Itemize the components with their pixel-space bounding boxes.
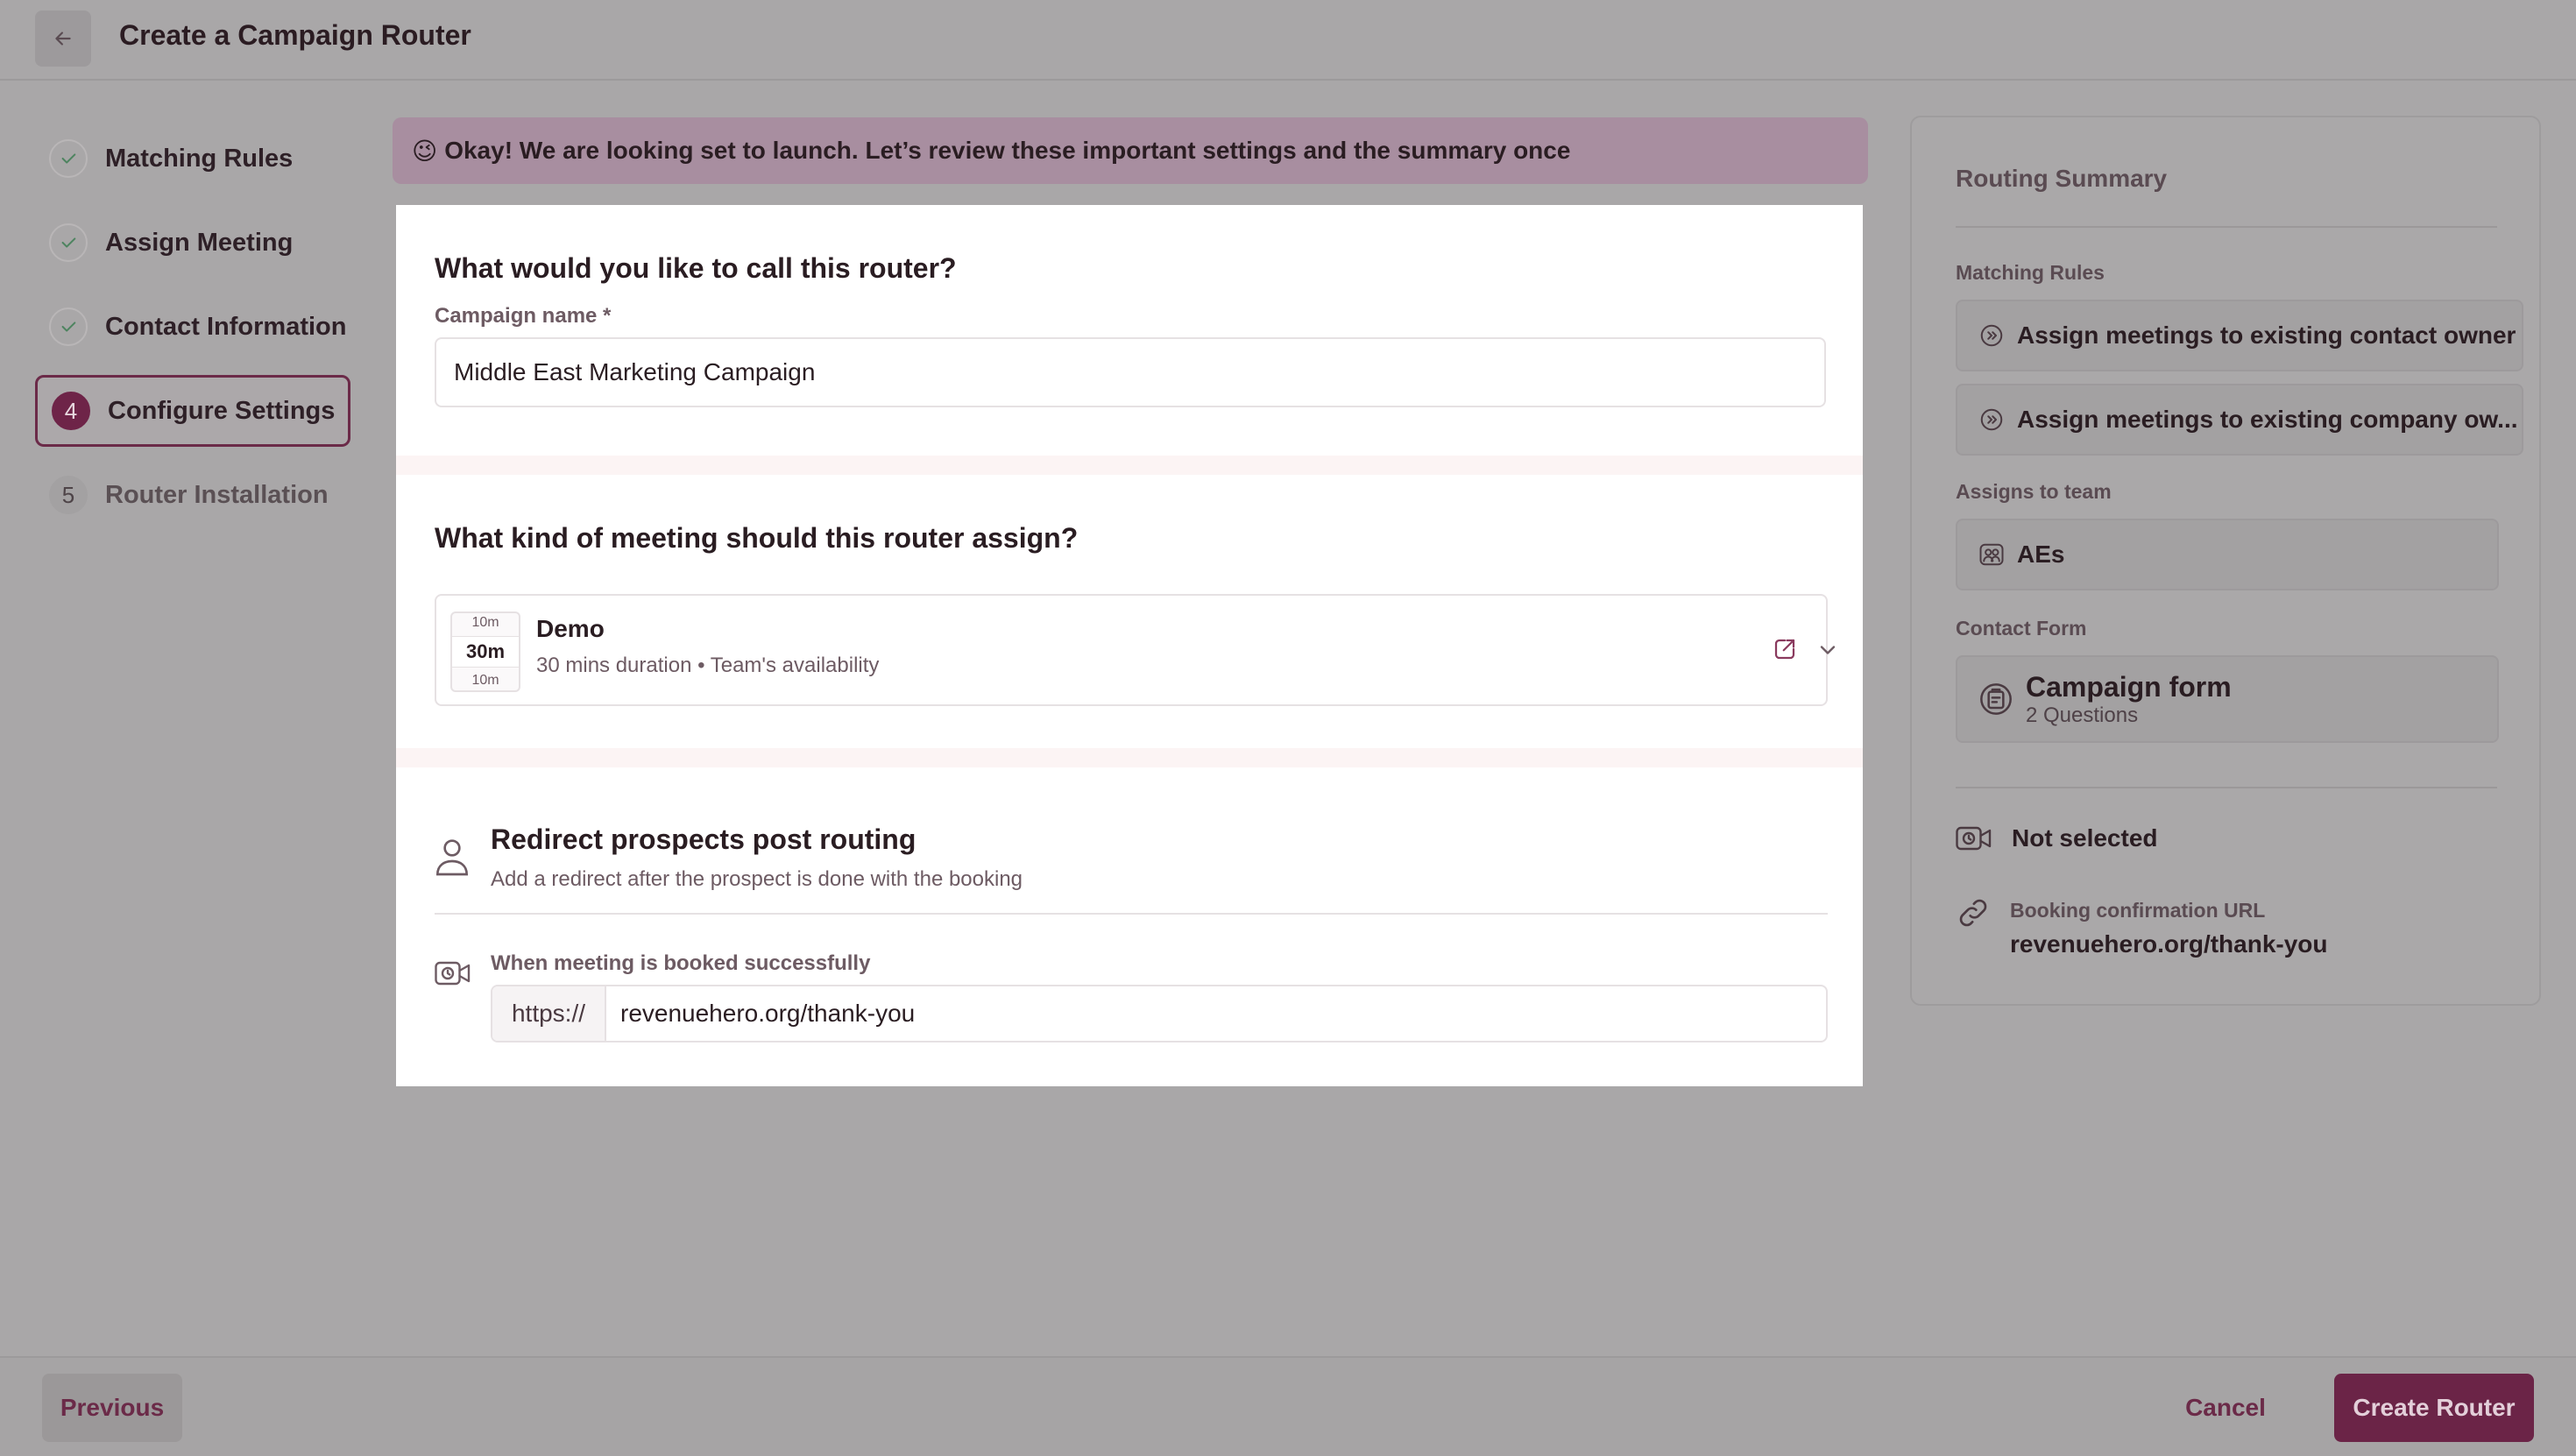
step-label: Configure Settings (108, 396, 336, 425)
launch-banner: 😉 Okay! We are looking set to launch. Le… (393, 117, 1868, 184)
booking-url-label: Booking confirmation URL (2010, 899, 2266, 922)
team-icon (1979, 543, 2004, 566)
redirect-divider (435, 913, 1828, 915)
wizard-steps: Matching Rules Assign Meeting Contact In… (35, 123, 350, 543)
calendar-clock-icon (435, 961, 471, 986)
rule-icon (1980, 324, 2003, 347)
settings-card: What would you like to call this router?… (396, 205, 1863, 1086)
page-title: Create a Campaign Router (119, 19, 471, 51)
top-header: Create a Campaign Router (0, 0, 2576, 81)
app-root: Create a Campaign Router Matching Rules … (0, 0, 2576, 1456)
summary-divider (1956, 787, 2497, 788)
form-name: Campaign form (2026, 670, 2232, 703)
user-icon (435, 839, 469, 876)
name-heading: What would you like to call this router? (435, 252, 957, 284)
routing-summary-panel: Routing Summary Matching Rules Assign me… (1910, 116, 2541, 1006)
step-label: Router Installation (105, 480, 329, 509)
link-icon (1959, 899, 1987, 927)
step-contact-information[interactable]: Contact Information (35, 291, 350, 363)
back-button[interactable] (35, 11, 91, 67)
team-name: AEs (2017, 541, 2065, 568)
matching-rules-label: Matching Rules (1956, 261, 2105, 284)
form-questions: 2 Questions (2026, 703, 2139, 727)
calendar-clock-icon (1956, 826, 1992, 851)
redirect-url-input[interactable]: revenuehero.org/thank-you (606, 986, 915, 1041)
rule-chip: Assign meetings to existing contact owne… (1956, 300, 2523, 371)
step-router-installation[interactable]: 5 Router Installation (35, 459, 350, 531)
contact-form-chip: Campaign form 2 Questions (1956, 655, 2499, 743)
chevron-down-icon[interactable] (1815, 638, 1840, 662)
form-icon (1980, 683, 2012, 715)
campaign-name-input[interactable]: Middle East Marketing Campaign (435, 337, 1826, 407)
booked-success-label: When meeting is booked successfully (491, 951, 871, 975)
check-icon (49, 139, 88, 178)
check-icon (49, 223, 88, 262)
duration-picker-icon: 10m 30m 10m (450, 611, 520, 692)
name-section: What would you like to call this router?… (435, 252, 1826, 407)
campaign-name-label: Campaign name * (435, 304, 612, 328)
section-divider (396, 456, 1863, 475)
booking-url-value: revenuehero.org/thank-you (2010, 930, 2328, 958)
not-selected-text: Not selected (2012, 824, 2158, 852)
rule-text: Assign meetings to existing company ow..… (2017, 406, 2518, 433)
step-label: Matching Rules (105, 144, 294, 173)
step-number: 4 (52, 392, 90, 430)
form-text: Campaign form 2 Questions (2026, 671, 2232, 728)
step-label: Contact Information (105, 312, 347, 341)
summary-divider (1956, 226, 2497, 228)
meeting-heading: What kind of meeting should this router … (435, 522, 1079, 554)
section-divider (396, 748, 1863, 767)
step-number: 5 (49, 476, 88, 514)
create-router-button[interactable]: Create Router (2334, 1374, 2534, 1442)
step-label: Assign Meeting (105, 228, 294, 257)
redirect-status-row: Not selected (1956, 823, 2158, 853)
redirect-title: Redirect prospects post routing (491, 823, 916, 855)
duration-main: 30m (452, 636, 519, 668)
duration-after: 10m (471, 673, 499, 688)
rule-text: Assign meetings to existing contact owne… (2017, 322, 2516, 349)
step-configure-settings[interactable]: 4 Configure Settings (35, 375, 350, 447)
meeting-section: What kind of meeting should this router … (435, 522, 1826, 555)
rule-icon (1980, 408, 2003, 431)
meeting-name: Demo (536, 615, 605, 642)
step-matching-rules[interactable]: Matching Rules (35, 123, 350, 194)
wink-emoji-icon: 😉 (412, 137, 438, 165)
team-chip: AEs (1956, 519, 2499, 590)
redirect-url-field[interactable]: https:// revenuehero.org/thank-you (491, 985, 1828, 1043)
team-label: Assigns to team (1956, 480, 2112, 503)
meeting-type-select[interactable]: 10m 30m 10m Demo 30 mins duration • Team… (435, 594, 1836, 706)
redirect-subtitle: Add a redirect after the prospect is don… (491, 867, 1023, 891)
meeting-details: 30 mins duration • Team's availability (536, 654, 880, 677)
duration-before: 10m (471, 615, 499, 630)
footer-bar: Previous Cancel Create Router (0, 1356, 2576, 1456)
cancel-button[interactable]: Cancel (2164, 1374, 2287, 1442)
summary-title: Routing Summary (1956, 165, 2168, 192)
external-link-icon[interactable] (1772, 636, 1798, 662)
previous-button[interactable]: Previous (42, 1374, 182, 1442)
check-icon (49, 307, 88, 346)
banner-text: Okay! We are looking set to launch. Let’… (444, 137, 1571, 164)
step-assign-meeting[interactable]: Assign Meeting (35, 207, 350, 279)
contact-form-label: Contact Form (1956, 617, 2087, 640)
arrow-left-icon (55, 32, 71, 46)
url-prefix: https:// (492, 986, 606, 1041)
rule-chip: Assign meetings to existing company ow..… (1956, 384, 2523, 456)
